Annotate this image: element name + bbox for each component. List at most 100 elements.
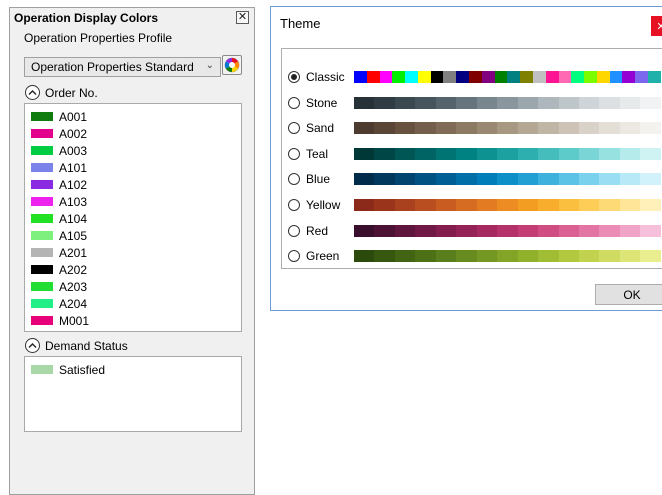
color-swatch xyxy=(476,147,498,160)
theme-label: Stone xyxy=(306,95,338,110)
color-swatch xyxy=(497,122,518,135)
list-item[interactable]: A104 xyxy=(25,210,241,227)
color-swatch xyxy=(497,199,518,211)
profile-select[interactable]: Operation Properties Standard ⌄ xyxy=(24,57,221,77)
theme-label: Green xyxy=(306,249,340,264)
dialog-title: Theme xyxy=(280,16,321,31)
list-item[interactable]: A105 xyxy=(25,227,241,244)
close-icon[interactable]: ✕ xyxy=(236,11,249,24)
color-swatch xyxy=(558,199,579,211)
color-swatch xyxy=(578,147,600,160)
theme-radio[interactable] xyxy=(288,147,300,160)
theme-option-red[interactable]: Red xyxy=(288,221,661,241)
list-item-label: A105 xyxy=(59,228,88,243)
theme-radio[interactable] xyxy=(288,199,300,211)
list-item[interactable]: A101 xyxy=(25,159,241,176)
list-item[interactable]: A201 xyxy=(25,244,241,261)
color-swatch xyxy=(545,71,559,83)
color-swatch xyxy=(31,231,53,240)
color-swatch xyxy=(354,147,375,160)
color-swatch xyxy=(394,96,416,109)
list-item[interactable]: A204 xyxy=(25,295,241,312)
color-swatch xyxy=(456,173,477,186)
color-swatch xyxy=(476,122,498,135)
color-swatch xyxy=(456,122,477,135)
list-item-label: A203 xyxy=(59,279,88,294)
color-swatch xyxy=(558,250,579,263)
color-swatch xyxy=(538,199,559,211)
list-item[interactable]: A203 xyxy=(25,278,241,295)
color-swatch xyxy=(417,71,431,83)
theme-option-yellow[interactable]: Yellow xyxy=(288,195,661,215)
color-swatch xyxy=(599,199,620,211)
color-swatch xyxy=(640,173,661,186)
list-item-label: A202 xyxy=(59,262,88,277)
profile-select-value: Operation Properties Standard xyxy=(31,60,194,74)
list-item[interactable]: A003 xyxy=(25,142,241,159)
theme-radio[interactable] xyxy=(288,224,300,237)
collapse-button[interactable] xyxy=(25,85,40,100)
color-swatch xyxy=(415,173,436,186)
color-swatch xyxy=(517,147,539,160)
color-swatch xyxy=(571,71,585,83)
color-swatch xyxy=(578,199,600,211)
color-palette-icon xyxy=(224,57,240,73)
close-icon[interactable]: ✕ xyxy=(651,16,662,36)
theme-radio[interactable] xyxy=(288,122,300,135)
color-swatch xyxy=(476,173,498,186)
list-item[interactable]: M001 xyxy=(25,312,241,329)
color-swatch xyxy=(538,96,559,109)
theme-radio[interactable] xyxy=(288,96,300,109)
color-swatch xyxy=(31,197,53,206)
color-swatch xyxy=(31,248,53,257)
color-swatch xyxy=(394,147,416,160)
theme-option-sand[interactable]: Sand xyxy=(288,118,661,138)
color-swatch xyxy=(538,122,559,135)
color-swatch xyxy=(31,299,53,308)
color-swatch xyxy=(415,147,436,160)
color-swatch xyxy=(354,224,375,237)
demand-list: Satisfied xyxy=(24,356,242,432)
theme-radio[interactable] xyxy=(288,250,300,263)
theme-radio[interactable] xyxy=(288,173,300,186)
color-swatch xyxy=(415,250,436,263)
theme-radio[interactable] xyxy=(288,71,300,83)
color-swatch xyxy=(622,71,636,83)
list-item[interactable]: A102 xyxy=(25,176,241,193)
theme-label: Red xyxy=(306,223,329,238)
color-swatch xyxy=(405,71,418,83)
theme-color-strip xyxy=(354,250,661,263)
color-swatch xyxy=(456,224,477,237)
theme-option-green[interactable]: Green xyxy=(288,246,661,266)
color-palette-button[interactable] xyxy=(222,55,242,75)
list-item-label: A201 xyxy=(59,245,88,260)
color-swatch xyxy=(558,224,579,237)
list-item[interactable]: A001 xyxy=(25,108,241,125)
theme-option-blue[interactable]: Blue xyxy=(288,169,661,189)
color-swatch xyxy=(596,71,610,83)
ok-button[interactable]: OK xyxy=(595,284,662,305)
color-swatch xyxy=(584,71,597,83)
color-swatch xyxy=(497,173,518,186)
color-swatch xyxy=(640,250,661,263)
list-item[interactable]: Satisfied xyxy=(25,361,241,378)
color-swatch xyxy=(558,96,579,109)
color-swatch xyxy=(354,199,375,211)
list-item[interactable]: A202 xyxy=(25,261,241,278)
theme-option-teal[interactable]: Teal xyxy=(288,144,661,164)
color-swatch xyxy=(456,96,477,109)
theme-option-stone[interactable]: Stone xyxy=(288,93,661,113)
color-swatch xyxy=(517,96,539,109)
color-swatch xyxy=(619,122,641,135)
order-section-header: Order No. xyxy=(25,85,98,100)
list-item[interactable]: A103 xyxy=(25,193,241,210)
color-swatch xyxy=(640,96,661,109)
color-swatch xyxy=(497,147,518,160)
color-swatch xyxy=(354,71,367,83)
color-swatch xyxy=(31,282,53,291)
color-swatch xyxy=(394,250,416,263)
color-swatch xyxy=(507,71,521,83)
list-item[interactable]: A002 xyxy=(25,125,241,142)
collapse-button[interactable] xyxy=(25,338,40,353)
theme-option-classic[interactable]: Classic xyxy=(288,67,661,87)
